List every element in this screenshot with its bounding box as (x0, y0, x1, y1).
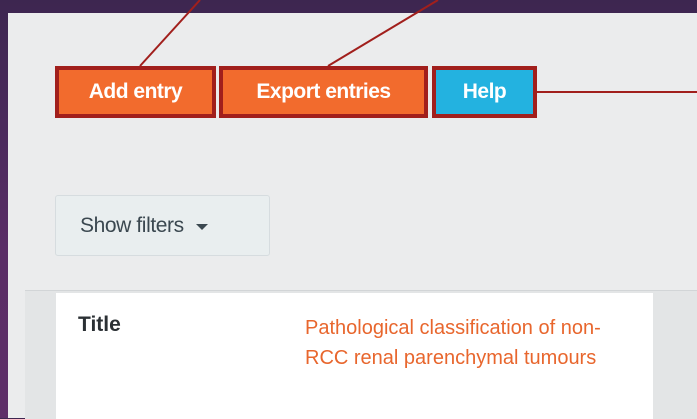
caret-down-icon (195, 224, 208, 230)
entries-list: Title Pathological classification of non… (25, 290, 697, 419)
show-filters-label: Show filters (80, 213, 184, 237)
add-entry-button[interactable]: Add entry (55, 66, 216, 118)
title-field-label: Title (78, 313, 121, 336)
entry-card: Title Pathological classification of non… (56, 293, 653, 419)
help-button[interactable]: Help (432, 66, 537, 118)
show-filters-button[interactable]: Show filters (55, 195, 270, 256)
export-entries-button[interactable]: Export entries (219, 66, 428, 118)
content-panel: Add entry Export entries Help Show filte… (8, 13, 697, 419)
entry-title-link[interactable]: Pathological classification of non-RCC r… (305, 313, 625, 373)
